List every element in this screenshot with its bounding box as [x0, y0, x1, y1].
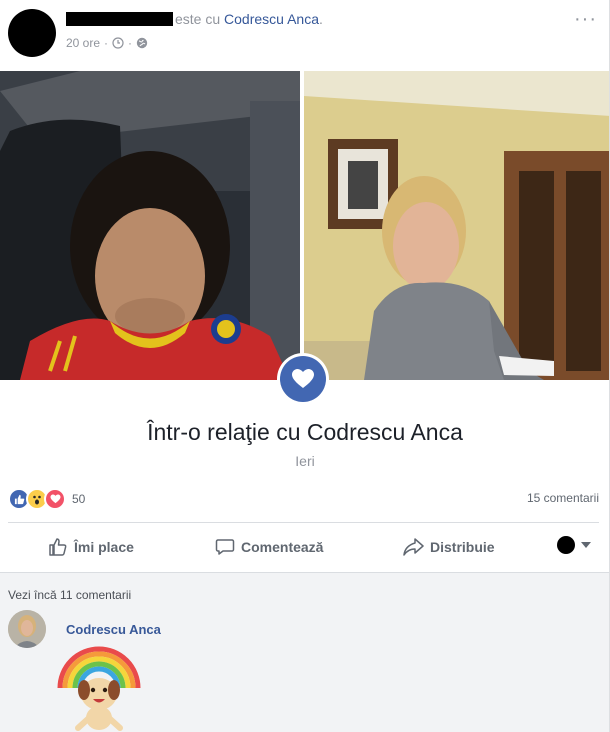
relationship-title: Într-o relaţie cu Codrescu Anca: [147, 419, 463, 445]
post-timestamp[interactable]: 20 ore: [66, 36, 100, 50]
like-label: Îmi place: [74, 539, 134, 555]
comment-label: Comentează: [241, 539, 324, 555]
woman-photo-illustration: [304, 71, 609, 380]
man-photo-illustration: [0, 71, 300, 380]
meta-separator-2: ·: [128, 36, 133, 50]
globe-icon[interactable]: [136, 37, 148, 49]
redacted-author-name[interactable]: [66, 12, 173, 26]
photo-man[interactable]: [0, 71, 300, 380]
thumbs-up-icon: [49, 538, 67, 556]
heart-icon: [292, 369, 314, 388]
love-icon: [44, 488, 66, 510]
header-with-text: este cu: [175, 11, 221, 27]
comment-author-avatar[interactable]: [8, 610, 46, 648]
share-icon: [403, 538, 424, 556]
view-more-comments-link[interactable]: Vezi încă 11 comentarii: [8, 588, 131, 602]
post-meta: 20 ore · ·: [66, 36, 148, 50]
comment-as-selector[interactable]: [557, 536, 591, 554]
post-card: este cu Codrescu Anca. 20 ore · · ··· În…: [0, 0, 610, 732]
clock-icon: [112, 37, 124, 49]
comment-button[interactable]: Comentează: [215, 532, 323, 562]
relationship-photos: [0, 71, 609, 380]
reaction-count: 50: [72, 492, 86, 506]
more-options-icon[interactable]: ···: [574, 8, 597, 31]
like-button[interactable]: Îmi place: [48, 532, 134, 562]
reactions-summary[interactable]: 50: [8, 488, 85, 510]
caret-down-icon: [581, 542, 591, 548]
commenter-avatar: [557, 536, 575, 554]
relationship-badge: [277, 353, 329, 405]
divider-top: [8, 522, 599, 523]
author-avatar[interactable]: [8, 9, 56, 57]
divider-comments: [0, 572, 609, 573]
post-header: este cu Codrescu Anca.: [66, 11, 323, 27]
meta-separator: ·: [104, 36, 109, 50]
rainbow-dog-sticker: [57, 646, 141, 731]
post-actions: Îmi place Comentează Distribuie: [0, 532, 609, 562]
relationship-date: Ieri: [295, 453, 315, 469]
comment-icon: [215, 539, 235, 555]
share-button[interactable]: Distribuie: [402, 532, 495, 562]
header-period: .: [318, 11, 323, 27]
share-label: Distribuie: [430, 539, 495, 555]
photo-woman[interactable]: [304, 71, 609, 380]
tagged-person-link[interactable]: Codrescu Anca: [224, 11, 319, 27]
comments-count-link[interactable]: 15 comentarii: [527, 491, 599, 505]
comment-author-name[interactable]: Codrescu Anca: [66, 622, 161, 637]
